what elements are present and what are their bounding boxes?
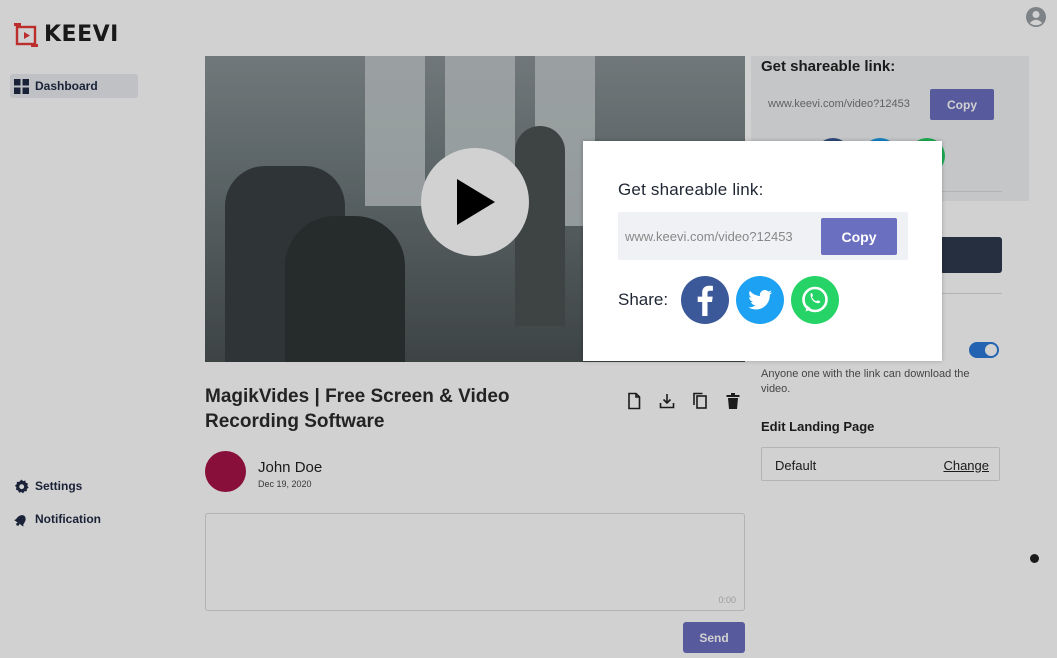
whatsapp-icon[interactable] (791, 276, 839, 324)
copy-button[interactable]: Copy (821, 218, 897, 255)
modal-title: Get shareable link: (618, 180, 764, 199)
share-link-input[interactable] (625, 229, 815, 244)
share-label: Share: (618, 290, 669, 309)
share-modal: Get shareable link: Copy Share: (583, 141, 942, 361)
facebook-icon[interactable] (681, 276, 729, 324)
twitter-icon[interactable] (736, 276, 784, 324)
link-row: Copy (618, 212, 908, 260)
